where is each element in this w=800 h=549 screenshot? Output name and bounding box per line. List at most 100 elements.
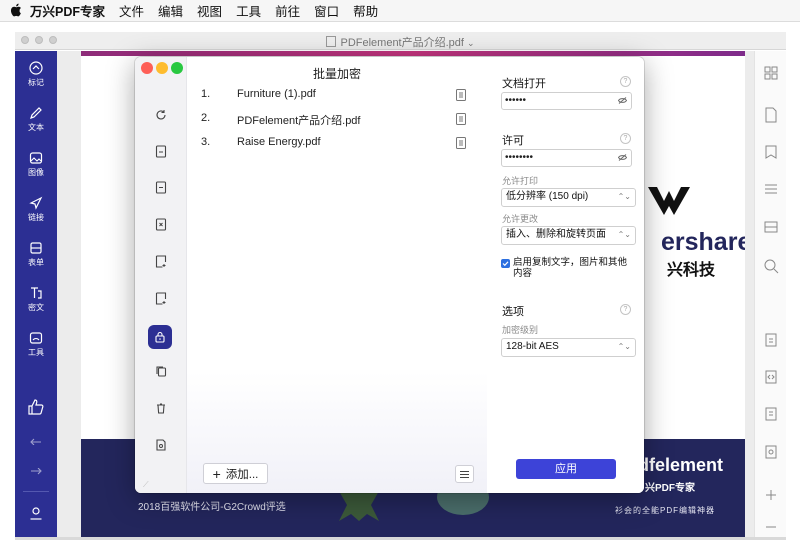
window-title-text: PDFelement产品介绍.pdf xyxy=(340,37,464,49)
resize-grip-icon: ⟋ xyxy=(143,480,149,489)
file-info-icon[interactable] xyxy=(456,89,466,101)
redo-button[interactable] xyxy=(15,468,57,480)
redo-icon xyxy=(31,468,42,475)
page-header-stripe xyxy=(81,51,745,56)
menu-window[interactable]: 窗口 xyxy=(314,1,339,20)
hamburger-icon xyxy=(460,470,469,478)
tool-text[interactable]: 文本 xyxy=(15,106,57,133)
batch-number-tool[interactable] xyxy=(151,288,171,308)
page-icon[interactable] xyxy=(763,107,779,123)
chevron-down-icon: ⌄ xyxy=(466,38,475,48)
batch-ocr-tool[interactable] xyxy=(151,177,171,197)
footer-product-name: dfelement xyxy=(638,455,723,476)
copy-permission-checkbox[interactable] xyxy=(501,259,510,268)
tool-image[interactable]: 图像 xyxy=(15,151,57,178)
menu-app-name[interactable]: 万兴PDF专家 xyxy=(30,1,105,20)
menu-edit[interactable]: 编辑 xyxy=(158,1,183,20)
eye-hidden-icon[interactable] xyxy=(618,97,627,104)
apply-button[interactable]: 应用 xyxy=(516,459,616,479)
redact-icon xyxy=(31,287,42,299)
permission-password-title: 许可 xyxy=(502,135,524,147)
convert-icon[interactable] xyxy=(763,332,779,348)
chevron-updown-icon: ⌃⌄ xyxy=(617,192,631,201)
dialog-close-button[interactable] xyxy=(141,62,153,74)
apple-icon[interactable] xyxy=(10,3,22,17)
batch-encrypt-tool[interactable] xyxy=(148,325,172,349)
tool-form[interactable]: 表单 xyxy=(15,241,57,268)
menu-go[interactable]: 前往 xyxy=(275,1,300,20)
add-files-label: 添加... xyxy=(225,468,259,481)
add-files-button[interactable]: + 添加... xyxy=(203,463,268,484)
menu-tools[interactable]: 工具 xyxy=(236,1,261,20)
print-permission-value: 低分辨率 (150 dpi) xyxy=(506,191,589,202)
brand-cn: 兴科技 xyxy=(667,262,716,279)
batch-print-tool[interactable] xyxy=(151,435,171,455)
menu-help[interactable]: 帮助 xyxy=(353,1,378,20)
file-row[interactable]: 2. PDFelement产品介绍.pdf xyxy=(187,110,487,128)
feedback-button[interactable] xyxy=(15,398,57,418)
file-info-icon[interactable] xyxy=(456,113,466,125)
tool-tools[interactable]: 工具 xyxy=(15,331,57,358)
grid-icon[interactable] xyxy=(763,65,779,81)
zoom-in-icon[interactable] xyxy=(763,487,779,503)
zoom-out-icon[interactable] xyxy=(763,519,779,535)
batch-encrypt-dialog: ⟋ 批量加密 1. Furniture (1).pdf 2. PDFelemen… xyxy=(135,57,644,493)
tool-redact[interactable]: 密文 xyxy=(15,286,57,313)
menu-file[interactable]: 文件 xyxy=(119,1,144,20)
encryption-level-select[interactable]: 128-bit AES ⌃⌄ xyxy=(501,338,636,357)
image-export-icon[interactable] xyxy=(763,444,779,460)
comment-list-icon[interactable] xyxy=(763,219,779,235)
copy-permission-label: 启用复制文字，图片和其他内容 xyxy=(513,257,628,279)
batch-watermark-tool[interactable] xyxy=(151,214,171,234)
window-title[interactable]: PDFelement产品介绍.pdf ⌄ xyxy=(15,34,786,50)
print-permission-label: 允许打印 xyxy=(502,176,539,186)
search-icon[interactable] xyxy=(763,258,779,274)
file-info-icon[interactable] xyxy=(456,137,466,149)
left-toolbar: 标记 文本 图像 链接 表单 密文 工具 xyxy=(15,51,57,537)
file-row-name: Raise Energy.pdf xyxy=(237,136,321,148)
encrypt-settings-panel: 文档打开 ? •••••• 许可 ? •••••••• 允许打印 低分辨率 (1… xyxy=(487,57,644,493)
file-row[interactable]: 3. Raise Energy.pdf xyxy=(187,134,487,152)
change-permission-select[interactable]: 插入、删除和旋转页面 ⌃⌄ xyxy=(501,226,636,245)
batch-convert-tool[interactable] xyxy=(151,105,171,125)
footer-slogan: 衫会的全能PDF编辑神器 xyxy=(615,506,715,515)
tool-tools-label: 工具 xyxy=(28,348,44,357)
trash-icon xyxy=(157,403,165,414)
tool-link[interactable]: 链接 xyxy=(15,196,57,223)
batch-bates-tool[interactable] xyxy=(151,251,171,271)
footer-left-text: 2018百强软件公司-G2Crowd评选 xyxy=(138,502,286,513)
change-permission-label: 允许更改 xyxy=(502,214,539,224)
permission-password-input[interactable]: •••••••• xyxy=(501,149,632,167)
menu-view[interactable]: 视图 xyxy=(197,1,222,20)
file-row[interactable]: 1. Furniture (1).pdf xyxy=(187,86,487,104)
undo-icon xyxy=(30,438,41,445)
list-icon[interactable] xyxy=(763,181,779,197)
print-permission-select[interactable]: 低分辨率 (150 dpi) ⌃⌄ xyxy=(501,188,636,207)
batch-compress-tool[interactable] xyxy=(151,361,171,381)
tool-form-label: 表单 xyxy=(28,258,44,267)
document-icon[interactable] xyxy=(763,406,779,422)
account-button[interactable] xyxy=(15,506,57,522)
help-icon[interactable]: ? xyxy=(620,133,631,144)
pen-icon xyxy=(30,107,42,119)
eye-hidden-icon[interactable] xyxy=(618,154,627,161)
file-row-name: PDFelement产品介绍.pdf xyxy=(237,115,361,127)
undo-button[interactable] xyxy=(15,435,57,447)
file-list-menu-button[interactable] xyxy=(455,465,474,483)
file-row-number: 1. xyxy=(201,88,211,100)
code-icon[interactable] xyxy=(763,369,779,385)
bookmark-icon[interactable] xyxy=(763,144,779,160)
encryption-level-value: 128-bit AES xyxy=(506,341,559,352)
file-create-icon xyxy=(155,144,167,158)
tool-markup[interactable]: 标记 xyxy=(15,61,57,88)
help-icon[interactable]: ? xyxy=(620,76,631,87)
award-badge-1-icon xyxy=(339,491,379,521)
copy-icon xyxy=(156,366,167,377)
batch-create-tool[interactable] xyxy=(151,141,171,161)
horizontal-scrollbar[interactable] xyxy=(15,537,786,540)
batch-remove-tool[interactable] xyxy=(151,398,171,418)
dialog-zoom-button[interactable] xyxy=(171,62,183,74)
open-password-input[interactable]: •••••• xyxy=(501,92,632,110)
dialog-minimize-button[interactable] xyxy=(156,62,168,74)
help-icon[interactable]: ? xyxy=(620,304,631,315)
